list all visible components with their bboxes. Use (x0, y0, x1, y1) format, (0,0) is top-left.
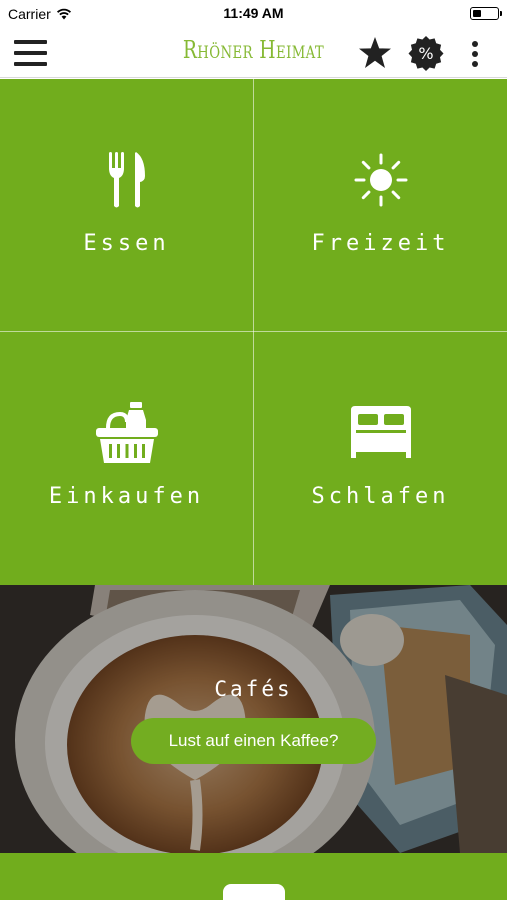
banner-title: Cafés (214, 677, 293, 701)
cafe-banner[interactable]: Cafés Lust auf einen Kaffee? (0, 585, 507, 853)
grid-divider-horizontal (0, 331, 507, 332)
grid-divider-vertical (253, 79, 254, 585)
category-grid: Essen Freizeit Einkaufen Schlafen (0, 79, 507, 585)
star-icon (359, 37, 391, 68)
next-section-teaser[interactable] (0, 853, 507, 900)
tile-label: Schlafen (311, 484, 450, 509)
tile-schlafen[interactable]: Schlafen (254, 332, 507, 584)
sun-icon (354, 153, 407, 207)
shopping-basket-icon (95, 402, 158, 463)
section-icon (223, 884, 285, 900)
tile-label: Einkaufen (48, 484, 205, 509)
navigation-bar: Rhöner Heimat % (0, 28, 507, 78)
coffee-cta-button[interactable]: Lust auf einen Kaffee? (131, 718, 376, 764)
menu-button[interactable] (14, 40, 47, 66)
more-options-button[interactable] (468, 41, 482, 67)
more-vertical-icon (472, 41, 478, 47)
hamburger-icon (14, 40, 47, 44)
tile-label: Freizeit (311, 231, 450, 256)
status-time: 11:49 AM (223, 5, 284, 21)
discount-symbol: % (418, 44, 434, 63)
tile-einkaufen[interactable]: Einkaufen (0, 332, 253, 584)
favorites-button[interactable] (357, 35, 393, 71)
tile-freizeit[interactable]: Freizeit (254, 79, 507, 331)
discount-button[interactable]: % (407, 35, 445, 73)
tile-label: Essen (83, 231, 170, 256)
battery-icon (470, 7, 502, 20)
status-bar: Carrier 11:49 AM (0, 0, 507, 28)
tile-essen[interactable]: Essen (0, 79, 253, 331)
bed-icon (350, 406, 411, 458)
fork-knife-icon (108, 152, 145, 208)
